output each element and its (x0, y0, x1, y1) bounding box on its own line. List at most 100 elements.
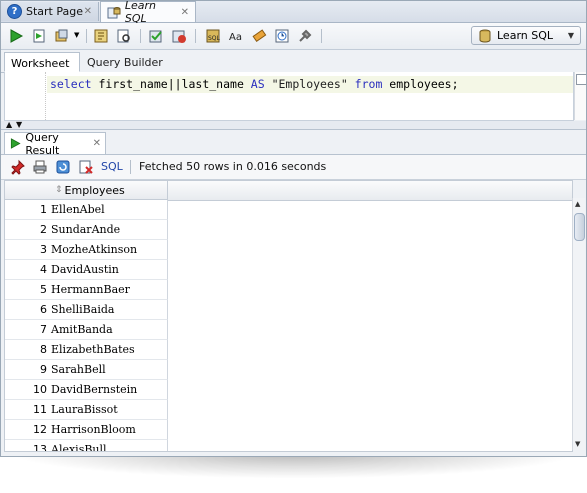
row-number: 9 (40, 363, 47, 376)
row-number: 3 (40, 243, 47, 256)
column-header-label: Employees (64, 183, 125, 197)
pane-splitter[interactable]: ▲ ▼ (1, 120, 586, 130)
explain-plan-icon[interactable] (93, 28, 109, 44)
run-script-icon[interactable] (31, 28, 47, 44)
keyword-select: select (50, 77, 92, 91)
chevron-down-icon[interactable]: ▼ (16, 120, 22, 129)
code-string: "Employees" (264, 77, 355, 91)
employee-cell[interactable]: DavidBernstein (51, 383, 137, 396)
close-icon[interactable]: ✕ (181, 7, 189, 18)
tab-query-result[interactable]: Query Result ✕ (4, 130, 106, 157)
employee-cell[interactable]: EllenAbel (51, 203, 105, 216)
table-row[interactable]: 8 ElizabethBates (5, 340, 168, 360)
table-row[interactable]: 10 DavidBernstein (5, 380, 168, 400)
employee-cell[interactable]: LauraBissot (51, 403, 118, 416)
sql-editor[interactable]: select first_name||last_name AS "Employe… (4, 72, 574, 121)
pin-icon[interactable] (10, 159, 26, 175)
commit-icon[interactable] (54, 28, 70, 44)
tab-start-page[interactable]: ? Start Page ✕ (1, 2, 99, 21)
clear-eraser-icon[interactable] (251, 28, 267, 44)
connection-label: Learn SQL (497, 29, 554, 42)
results-grid[interactable]: ⇕ Employees 1 EllenAbel 2 SundarAnde 3 MozheA… (4, 180, 573, 452)
run-statement-icon (10, 138, 21, 149)
editor-corner-box (576, 74, 586, 85)
table-row[interactable]: 7 AmitBanda (5, 320, 168, 340)
help-icon: ? (7, 4, 22, 19)
tab-start-page-label: Start Page (26, 5, 83, 18)
row-number: 11 (33, 403, 47, 416)
refresh-icon[interactable] (55, 159, 71, 175)
table-row[interactable]: 11 LauraBissot (5, 400, 168, 420)
column-header-employees[interactable]: ⇕ Employees (5, 181, 168, 200)
scroll-thumb[interactable] (574, 213, 585, 241)
print-icon[interactable] (32, 159, 48, 175)
row-number: 2 (40, 223, 47, 236)
delete-icon[interactable] (78, 159, 94, 175)
tools-icon[interactable] (297, 28, 313, 44)
row-number: 4 (40, 263, 47, 276)
table-row[interactable]: 1 EllenAbel (5, 200, 168, 220)
employee-cell[interactable]: AmitBanda (51, 323, 113, 336)
commit-transaction-icon[interactable] (148, 28, 164, 44)
to-upper-lower-icon[interactable]: Aa (228, 28, 244, 44)
worksheet-toolbar: ▼ SQL Aa Learn SQL ▼ (1, 23, 586, 50)
sql-worksheet-icon (107, 7, 121, 19)
document-tab-bar: ? Start Page ✕ Learn SQL ✕ (1, 0, 586, 25)
employee-cell[interactable]: SarahBell (51, 363, 106, 376)
rollback-icon[interactable] (171, 28, 187, 44)
row-number: 12 (33, 423, 47, 436)
close-icon[interactable]: ✕ (84, 6, 92, 17)
fetch-status: Fetched 50 rows in 0.016 seconds (139, 160, 327, 173)
employee-cell[interactable]: HarrisonBloom (51, 423, 136, 436)
row-number: 5 (40, 283, 47, 296)
row-number: 7 (40, 323, 47, 336)
scroll-down-icon[interactable]: ▼ (575, 440, 580, 448)
autotrace-icon[interactable] (116, 28, 132, 44)
tab-query-result-label: Query Result (25, 130, 60, 157)
code-text: first_name||last_name (91, 77, 251, 91)
keyword-as: AS (250, 77, 265, 91)
table-row[interactable]: 3 MozheAtkinson (5, 240, 168, 260)
table-row[interactable]: 4 DavidAustin (5, 260, 168, 280)
sql-tuning-icon[interactable]: SQL (205, 28, 221, 44)
editor-gutter (5, 72, 46, 120)
employee-cell[interactable]: AlexisBull (51, 443, 107, 451)
row-number: 6 (40, 303, 47, 316)
row-number: 10 (33, 383, 47, 396)
tab-query-builder[interactable]: Query Builder (81, 52, 169, 72)
connection-selector[interactable]: Learn SQL ▼ (471, 26, 581, 45)
sql-button[interactable]: SQL (101, 160, 123, 173)
run-statement-icon[interactable] (8, 28, 24, 44)
scroll-up-icon[interactable]: ▲ (575, 200, 580, 208)
row-number: 1 (40, 203, 47, 216)
employee-cell[interactable]: HermannBaer (51, 283, 130, 296)
keyword-from: from (354, 77, 383, 91)
results-scrollbar[interactable]: ▲ ▼ (572, 198, 585, 450)
editor-scrollbar[interactable] (574, 72, 586, 120)
close-icon[interactable]: ✕ (93, 138, 101, 149)
results-toolbar: SQL Fetched 50 rows in 0.016 seconds (1, 155, 586, 180)
results-tab-bar: Query Result ✕ (1, 130, 586, 157)
database-icon (479, 29, 491, 43)
table-row[interactable]: 9 SarahBell (5, 360, 168, 380)
code-text: employees; (382, 77, 459, 91)
tab-worksheet[interactable]: Worksheet (4, 52, 80, 72)
employee-cell[interactable]: ElizabethBates (51, 343, 135, 356)
code-line[interactable]: select first_name||last_name AS "Employe… (47, 76, 573, 93)
chevron-down-icon[interactable]: ▼ (74, 31, 79, 39)
employee-cell[interactable]: MozheAtkinson (51, 243, 137, 256)
tab-learn-sql-label: Learn SQL (124, 0, 156, 25)
employee-cell[interactable]: SundarAnde (51, 223, 120, 236)
table-row[interactable]: 2 SundarAnde (5, 220, 168, 240)
table-row[interactable]: 6 ShelliBaida (5, 300, 168, 320)
employee-cell[interactable]: ShelliBaida (51, 303, 114, 316)
table-row[interactable]: 5 HermannBaer (5, 280, 168, 300)
employee-cell[interactable]: DavidAustin (51, 263, 119, 276)
table-row[interactable]: 12 HarrisonBloom (5, 420, 168, 440)
row-number: 8 (40, 343, 47, 356)
sql-history-icon[interactable] (274, 28, 290, 44)
row-number: 13 (33, 443, 47, 452)
table-row[interactable]: 13 AlexisBull (5, 440, 168, 452)
chevron-up-icon[interactable]: ▲ (6, 120, 12, 129)
tab-learn-sql[interactable]: Learn SQL ✕ (100, 0, 196, 25)
